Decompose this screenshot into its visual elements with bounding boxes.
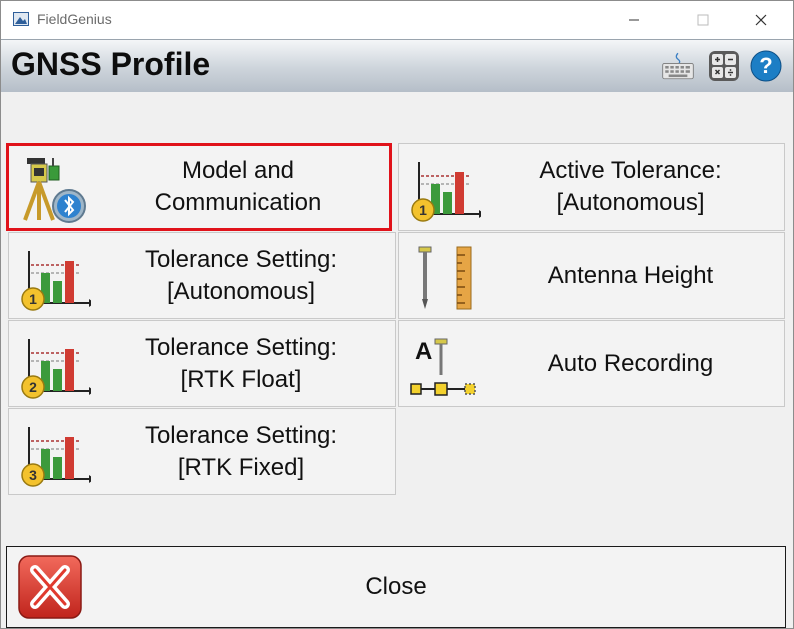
badge-3-text: 3 [29, 467, 37, 483]
badge-1-text: 1 [29, 291, 37, 307]
tolerance-setting-autonomous-button[interactable]: 1 Tolerance Setting: [Autonomous] [8, 232, 396, 319]
tolerance-rtk-fixed-label: Tolerance Setting: [RTK Fixed] [95, 409, 387, 494]
page-title: GNSS Profile [11, 46, 211, 82]
active-tolerance-label: Active Tolerance: [Autonomous] [485, 144, 776, 230]
tolerance-chart-icon: 2 [21, 339, 91, 399]
app-icon [13, 12, 29, 26]
keyboard-button[interactable] [661, 49, 695, 83]
active-tolerance-button[interactable]: 1 Active Tolerance: [Autonomous] [398, 143, 785, 231]
svg-text:?: ? [759, 53, 772, 78]
tolerance-rtk-float-line1: Tolerance Setting: [144, 333, 338, 361]
help-icon: ? [750, 50, 782, 82]
tolerance-rtk-fixed-line1: Tolerance Setting: [144, 421, 338, 449]
antenna-height-label: Antenna Height [485, 233, 776, 318]
tolerance-setting-rtk-float-button[interactable]: 2 Tolerance Setting: [RTK Float] [8, 320, 396, 407]
tolerance-rtk-float-line2: [RTK Float] [180, 365, 302, 393]
maximize-icon [697, 14, 709, 26]
auto-recording-icon: A [410, 338, 476, 396]
tolerance-chart-icon: 1 [411, 162, 481, 222]
badge-1-text: 1 [419, 202, 427, 218]
calculator-button[interactable] [707, 49, 741, 83]
tolerance-chart-icon: 3 [21, 427, 91, 487]
active-tolerance-line2: [Autonomous] [556, 189, 705, 216]
badge-2-text: 2 [29, 379, 37, 395]
auto-recording-icon-letter: A [415, 338, 432, 365]
close-window-button[interactable] [738, 1, 784, 39]
auto-recording-button[interactable]: A Auto Recording [398, 320, 785, 407]
tolerance-autonomous-line1: Tolerance Setting: [144, 245, 338, 273]
minimize-button[interactable] [611, 1, 657, 39]
tolerance-autonomous-label: Tolerance Setting: [Autonomous] [95, 233, 387, 318]
tolerance-rtk-float-label: Tolerance Setting: [RTK Float] [95, 321, 387, 406]
window-title: FieldGenius [37, 11, 112, 27]
tolerance-autonomous-line2: [Autonomous] [166, 277, 316, 305]
tolerance-rtk-fixed-line2: [RTK Fixed] [177, 453, 305, 481]
tolerance-chart-icon: 1 [21, 251, 91, 311]
auto-recording-line1: Auto Recording [547, 349, 714, 377]
model-and-communication-label: Model and Communication [95, 146, 381, 228]
maximize-button[interactable] [680, 1, 726, 39]
antenna-height-line1: Antenna Height [547, 261, 714, 289]
close-button[interactable]: Close [6, 546, 786, 628]
fieldgenius-window: FieldGenius GNSS Profile ? Model and Com… [0, 0, 794, 629]
model-and-communication-button[interactable]: Model and Communication [6, 143, 392, 231]
auto-recording-label: Auto Recording [485, 321, 776, 406]
model-label-line1: Model and [181, 157, 295, 184]
help-button[interactable]: ? [749, 49, 783, 83]
keyboard-icon [662, 52, 694, 80]
calculator-icon [709, 51, 739, 81]
antenna-height-button[interactable]: Antenna Height [398, 232, 785, 319]
minimize-icon [629, 19, 639, 21]
close-label: Close [365, 573, 427, 600]
title-bar[interactable]: FieldGenius [1, 1, 793, 39]
close-icon [755, 14, 767, 26]
active-tolerance-line1: Active Tolerance: [539, 157, 722, 184]
page-header: GNSS Profile ? [1, 39, 793, 92]
gnss-receiver-bluetooth-icon [23, 158, 86, 223]
antenna-height-icon [418, 246, 472, 310]
model-label-line2: Communication [154, 189, 322, 216]
tolerance-setting-rtk-fixed-button[interactable]: 3 Tolerance Setting: [RTK Fixed] [8, 408, 396, 495]
